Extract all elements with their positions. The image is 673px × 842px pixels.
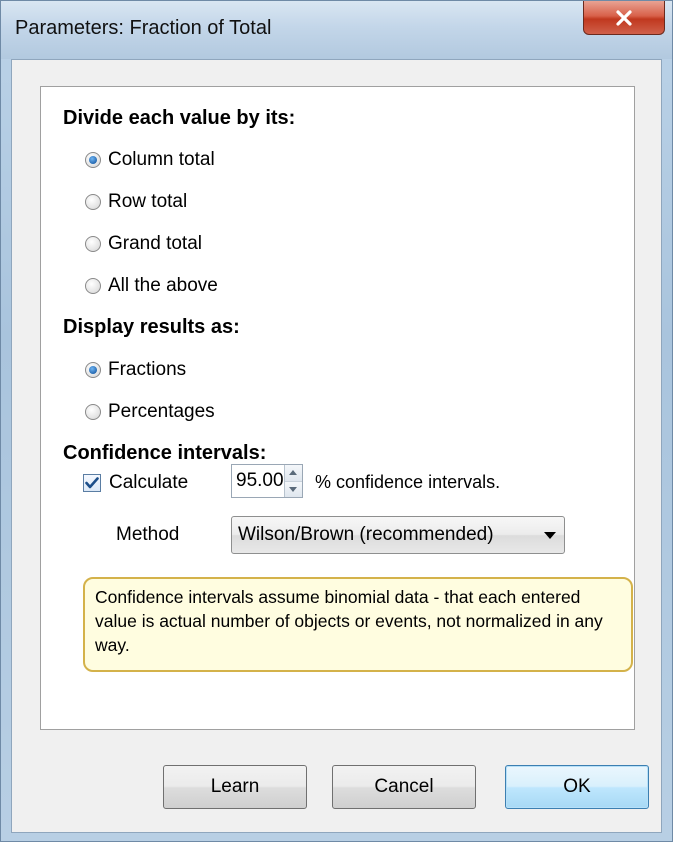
method-selected-value: Wilson/Brown (recommended) xyxy=(238,524,494,545)
display-heading: Display results as: xyxy=(63,316,240,338)
calculate-label: Calculate xyxy=(109,472,189,493)
title-bar[interactable]: Parameters: Fraction of Total xyxy=(1,1,672,59)
cancel-button[interactable]: Cancel xyxy=(332,765,476,809)
calculate-checkbox[interactable] xyxy=(83,474,101,492)
stepper-up-button[interactable] xyxy=(284,465,302,481)
learn-button[interactable]: Learn xyxy=(163,765,307,809)
radio-button[interactable] xyxy=(85,194,101,210)
radio-button[interactable] xyxy=(85,278,101,294)
stepper-down-button[interactable] xyxy=(284,480,302,497)
parameters-panel: Divide each value by its: Column total R… xyxy=(40,86,635,730)
radio-fractions[interactable]: Fractions xyxy=(85,359,186,381)
stepper-buttons xyxy=(283,465,302,497)
radio-label: Fractions xyxy=(108,359,187,380)
radio-button-selected[interactable] xyxy=(85,362,101,378)
radio-label: Grand total xyxy=(108,233,202,254)
calculate-checkbox-row[interactable]: Calculate xyxy=(83,472,188,494)
triangle-down-icon xyxy=(289,486,298,492)
method-dropdown[interactable]: Wilson/Brown (recommended) xyxy=(231,516,565,554)
chevron-down-icon xyxy=(536,531,564,539)
confidence-level-input[interactable]: 95.00 xyxy=(232,465,284,497)
divide-heading: Divide each value by its: xyxy=(63,107,296,129)
radio-percentages[interactable]: Percentages xyxy=(85,401,215,423)
binomial-note: Confidence intervals assume binomial dat… xyxy=(83,577,633,672)
radio-button-selected[interactable] xyxy=(85,152,101,168)
radio-grand-total[interactable]: Grand total xyxy=(85,233,202,255)
radio-label: Row total xyxy=(108,191,188,212)
dialog-window: Parameters: Fraction of Total Divide eac… xyxy=(0,0,673,842)
radio-row-total[interactable]: Row total xyxy=(85,191,187,213)
confidence-suffix-label: % confidence intervals. xyxy=(315,472,501,492)
method-label: Method xyxy=(116,524,180,545)
close-icon xyxy=(615,9,633,26)
radio-button[interactable] xyxy=(85,236,101,252)
radio-all-the-above[interactable]: All the above xyxy=(85,275,218,297)
confidence-heading: Confidence intervals: xyxy=(63,442,267,464)
radio-label: Column total xyxy=(108,149,215,170)
radio-column-total[interactable]: Column total xyxy=(85,149,215,171)
radio-button[interactable] xyxy=(85,404,101,420)
dialog-client-area: Divide each value by its: Column total R… xyxy=(11,59,662,833)
radio-label: All the above xyxy=(108,275,218,296)
radio-label: Percentages xyxy=(108,401,215,422)
close-button[interactable] xyxy=(583,1,665,35)
checkmark-icon xyxy=(85,477,99,489)
confidence-level-stepper[interactable]: 95.00 xyxy=(231,464,303,498)
window-title: Parameters: Fraction of Total xyxy=(15,17,272,39)
triangle-up-icon xyxy=(289,470,298,476)
ok-button[interactable]: OK xyxy=(505,765,649,809)
